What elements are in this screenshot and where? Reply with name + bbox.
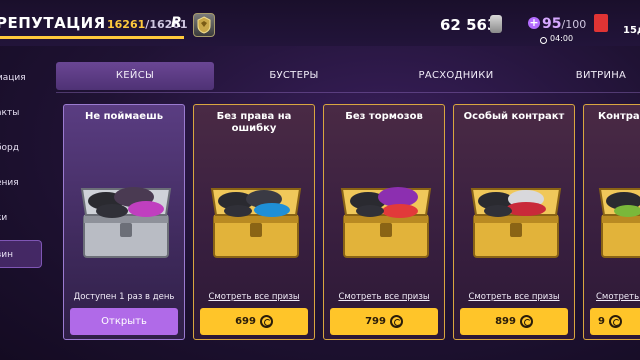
reputation-max: 16261 — [149, 18, 188, 31]
sidebar-item-contracts[interactable]: акты — [0, 99, 42, 127]
tab-showcase[interactable]: ВИТРИНА — [546, 62, 640, 90]
fuel-max: /100 — [561, 18, 587, 31]
case-card[interactable]: Контра Смотреть все 9 — [583, 104, 640, 340]
gold-coin-icon — [259, 315, 273, 328]
case-title: Контра — [598, 111, 640, 122]
silver-chest-icon — [76, 175, 176, 261]
view-prizes-link[interactable]: Смотреть все — [596, 292, 640, 302]
sidebar-item-info[interactable]: мация — [0, 64, 42, 92]
money-value: 62 563 — [440, 16, 498, 34]
case-title: Не поймаешь — [84, 111, 164, 122]
shop-tabs: КЕЙСЫ БУСТЕРЫ РАСХОДНИКИ ВИТРИНА — [56, 62, 640, 90]
view-prizes-link[interactable]: Смотреть все призы — [196, 292, 312, 302]
buy-case-button[interactable]: 9 — [590, 308, 640, 335]
view-prizes-link[interactable]: Смотреть все призы — [326, 292, 442, 302]
gold-chest-icon — [466, 175, 566, 261]
cash-icon — [490, 15, 502, 33]
gold-coin-icon — [608, 315, 622, 328]
reputation-progress-bar — [0, 36, 184, 39]
case-title: Без тормозов — [345, 111, 423, 122]
case-card[interactable]: Особый контракт Смотреть все призы 899 — [453, 104, 575, 340]
reputation-title: РЕПУТАЦИЯ — [0, 14, 106, 32]
case-price: 9 — [598, 316, 605, 327]
case-availability: Доступен 1 раз в день — [73, 292, 175, 302]
tabs-divider — [56, 92, 640, 93]
gold-chest-icon — [336, 175, 436, 261]
tab-boosters[interactable]: БУСТЕРЫ — [224, 62, 364, 90]
reputation-current: 16261 — [107, 18, 146, 31]
rank-badge-icon[interactable] — [193, 13, 215, 37]
gold-chest-icon — [594, 175, 640, 261]
fuel-timer: 04:00 — [550, 34, 574, 43]
sidebar: мация акты борд ения ки вин — [0, 60, 42, 350]
tab-consumables[interactable]: РАСХОДНИКИ — [386, 62, 526, 90]
case-card[interactable]: Без тормозов Смотреть все призы 799 — [323, 104, 445, 340]
buy-case-button[interactable]: 799 — [330, 308, 438, 335]
top-bar: РЕПУТАЦИЯ 16261/16261 R 62 563 + 95/100 … — [0, 0, 640, 46]
open-case-button[interactable]: Открыть — [70, 308, 178, 335]
case-title: Особый контракт — [463, 111, 565, 122]
fuel-value: 95/100 — [542, 16, 586, 32]
sidebar-item-shop[interactable]: вин — [0, 240, 42, 268]
clock-icon — [540, 37, 547, 44]
sidebar-item-leaderboard[interactable]: борд — [0, 134, 42, 162]
case-card[interactable]: Не поймаешь Доступен 1 раз в день Открыт… — [63, 104, 185, 340]
fuel-current: 95 — [542, 16, 562, 32]
view-prizes-link[interactable]: Смотреть все призы — [456, 292, 572, 302]
buy-case-button[interactable]: 699 — [200, 308, 308, 335]
gold-chest-icon — [206, 175, 306, 261]
sidebar-item-achievements[interactable]: ения — [0, 169, 42, 197]
side-stat: 15д — [623, 25, 640, 36]
tab-cases[interactable]: КЕЙСЫ — [56, 62, 214, 90]
case-price: 899 — [495, 316, 516, 327]
gold-coin-icon — [519, 315, 533, 328]
reputation-letter: R — [171, 15, 182, 31]
add-fuel-button[interactable]: + — [528, 17, 540, 29]
case-price: 799 — [365, 316, 386, 327]
fuel-pump-icon — [594, 14, 608, 32]
case-title: Без права на ошибку — [216, 111, 292, 134]
case-card[interactable]: Без права на ошибку Смотреть все призы 6… — [193, 104, 315, 340]
gold-coin-icon — [389, 315, 403, 328]
buy-case-button[interactable]: 899 — [460, 308, 568, 335]
sidebar-item-gifts[interactable]: ки — [0, 204, 42, 232]
case-price: 699 — [235, 316, 256, 327]
